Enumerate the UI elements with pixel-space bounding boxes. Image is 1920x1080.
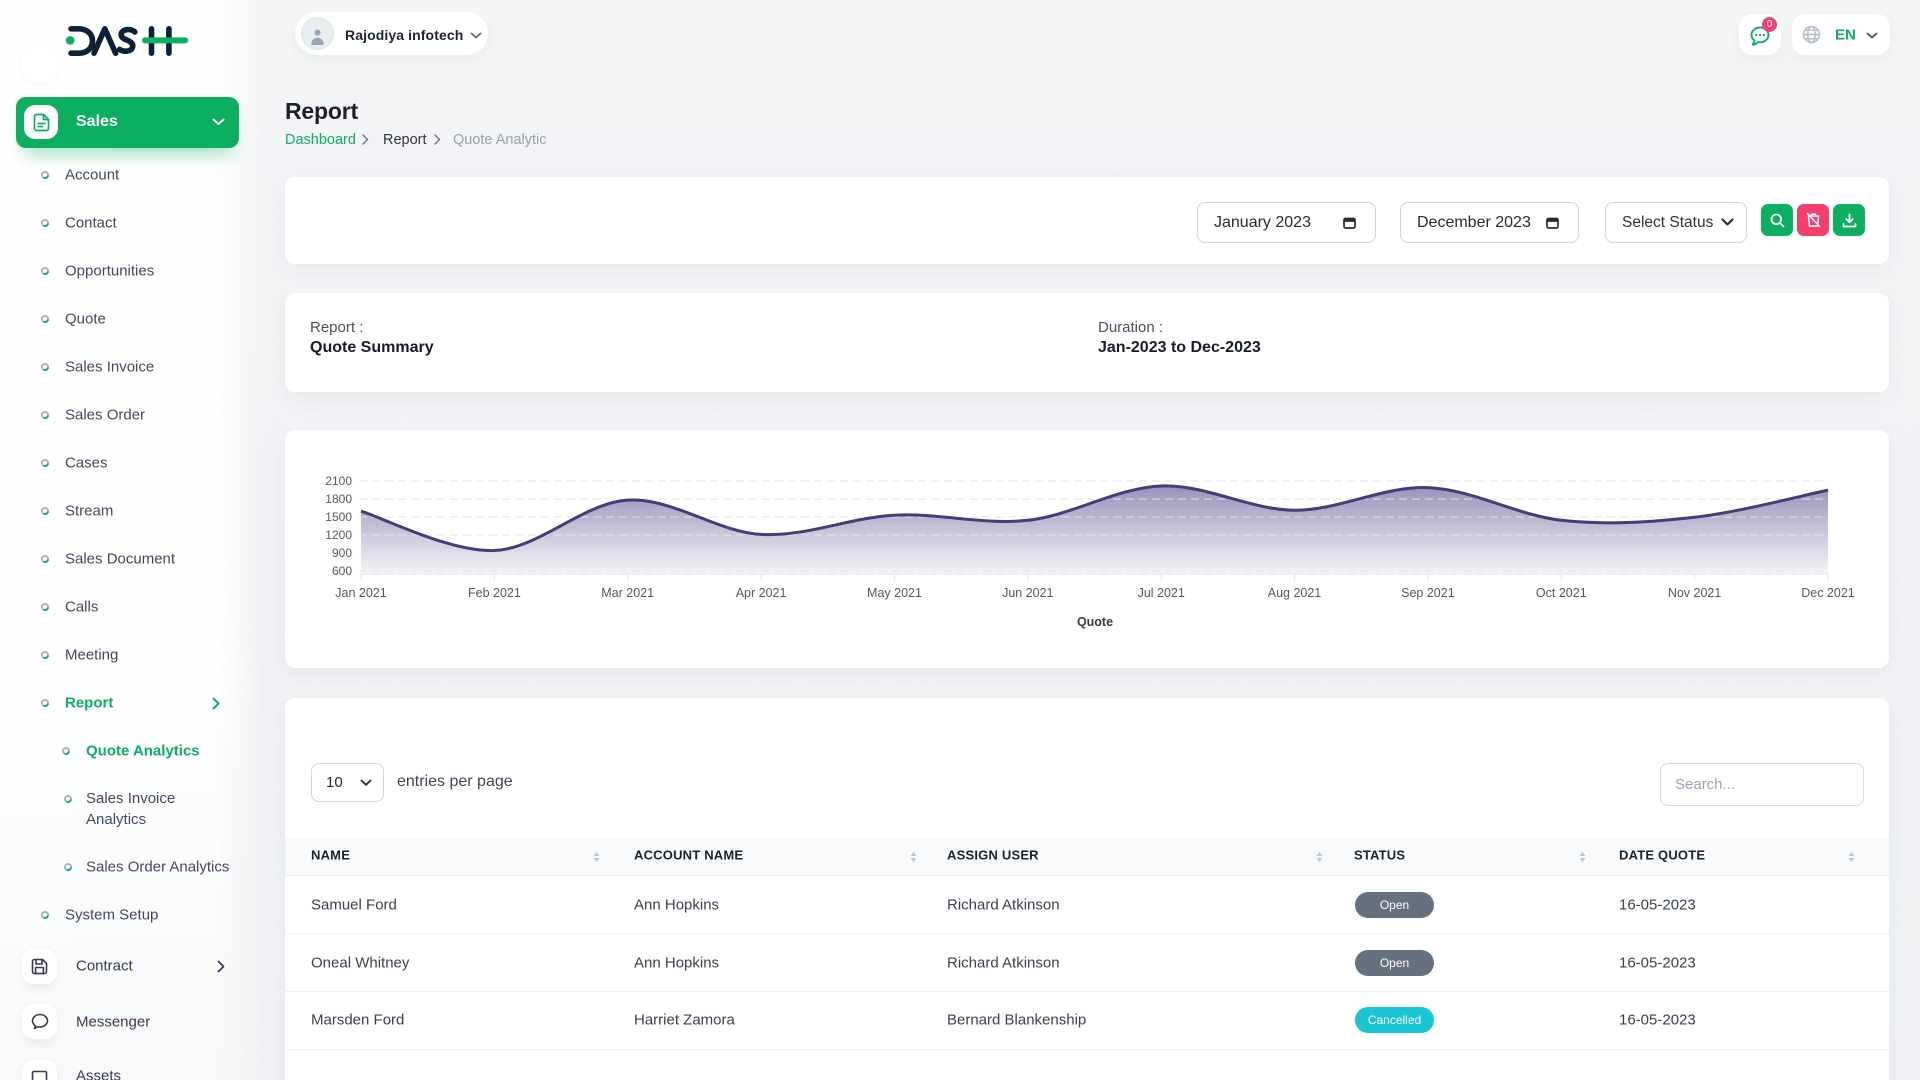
svg-text:Aug 2021: Aug 2021 <box>1268 586 1322 600</box>
svg-text:Quote: Quote <box>1077 615 1113 629</box>
svg-text:Jun 2021: Jun 2021 <box>1002 586 1053 600</box>
svg-text:2100: 2100 <box>325 474 352 488</box>
svg-text:Dec 2021: Dec 2021 <box>1801 586 1855 600</box>
svg-text:1200: 1200 <box>325 528 352 542</box>
svg-text:Jan 2021: Jan 2021 <box>335 586 386 600</box>
svg-text:May 2021: May 2021 <box>867 586 922 600</box>
svg-text:Sep 2021: Sep 2021 <box>1401 586 1455 600</box>
svg-text:1500: 1500 <box>325 510 352 524</box>
svg-text:Apr 2021: Apr 2021 <box>736 586 787 600</box>
svg-text:900: 900 <box>332 546 352 560</box>
svg-text:Jul 2021: Jul 2021 <box>1138 586 1185 600</box>
svg-text:Oct 2021: Oct 2021 <box>1536 586 1587 600</box>
svg-text:Nov 2021: Nov 2021 <box>1668 586 1722 600</box>
svg-text:600: 600 <box>332 564 352 578</box>
svg-text:1800: 1800 <box>325 492 352 506</box>
svg-text:Mar 2021: Mar 2021 <box>601 586 654 600</box>
svg-text:Feb 2021: Feb 2021 <box>468 586 521 600</box>
